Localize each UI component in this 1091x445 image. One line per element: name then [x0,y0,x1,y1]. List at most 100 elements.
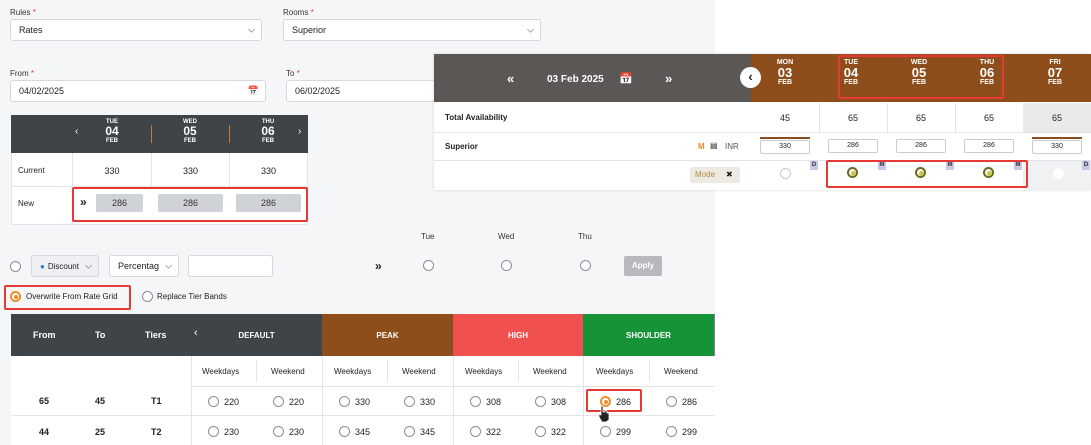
rate-radio[interactable] [535,426,546,437]
day-radio-thu[interactable] [580,260,591,271]
overwrite-label[interactable]: Overwrite From Rate Grid [26,292,118,301]
availability-value: 65 [983,113,994,123]
rate-radio[interactable] [273,426,284,437]
cal-day-tue[interactable]: TUE 04 FEB [834,59,868,86]
current-label: Current [18,166,45,175]
tier-to: 45 [95,396,106,406]
availability-value: 45 [779,113,790,123]
chevron-left-icon[interactable]: ‹ [75,126,78,137]
band-high: HIGH [453,314,583,356]
new-rate-input[interactable]: 286 [236,194,301,212]
rules-label: Rules * [10,8,36,17]
rooms-select[interactable]: Superior ⌵ [283,19,541,41]
rate-input[interactable]: 286 [896,139,946,153]
col-divider [819,103,820,132]
apply-button[interactable]: Apply [624,256,662,276]
rate-input[interactable]: 330 [1032,140,1082,154]
rate-value: 330 [420,397,436,407]
mode-radio-wed[interactable] [915,167,926,178]
availability-value: 65 [1051,113,1062,123]
bar-chart-icon[interactable]: ▤ [710,141,718,150]
band-peak: PEAK [322,314,453,356]
total-availability-label: Total Availability [445,113,508,122]
new-rate-input[interactable]: 286 [158,194,223,212]
rate-radio[interactable] [470,396,481,407]
subheader-weekdays: Weekdays [465,367,503,376]
rules-select[interactable]: Rates ⌵ [10,19,262,41]
apply-forward-icon[interactable]: » [375,259,382,273]
header-to: To [95,330,106,340]
cal-day-mon[interactable]: MON 03 FEB [768,59,802,86]
rate-radio[interactable] [208,426,219,437]
mode-radio-mon[interactable] [780,168,791,179]
current-value: 330 [182,166,199,176]
rate-value: 308 [551,397,567,407]
col-divider [256,360,257,382]
rate-radio[interactable] [666,426,677,437]
rate-radio[interactable] [404,426,415,437]
day-radio-tue[interactable] [423,260,434,271]
day-radio-wed[interactable] [501,260,512,271]
rate-radio[interactable] [404,396,415,407]
from-date-input[interactable]: 04/02/2025 📅 [10,80,266,102]
tag-m: M [878,161,886,170]
rate-input[interactable]: 286 [964,139,1014,153]
percentage-select[interactable]: Percentag ⌵ [109,255,179,277]
discount-value-input[interactable] [188,255,273,277]
rate-radio[interactable] [600,426,611,437]
replace-label[interactable]: Replace Tier Bands [157,292,227,301]
calendar-title: 03 Feb 2025 [547,74,604,85]
chevron-down-icon: ⌵ [165,260,172,271]
overwrite-radio[interactable] [10,291,21,302]
band-default: DEFAULT [191,314,322,356]
col-divider [453,356,454,445]
chevron-left-icon[interactable]: ‹ [194,327,198,339]
mode-radio-thu[interactable] [983,167,994,178]
rate-value: 286 [616,397,632,407]
rate-input[interactable]: 330 [760,140,810,154]
cal-day-thu[interactable]: THU 06 FEB [970,59,1004,86]
replace-radio[interactable] [142,291,153,302]
chevron-right-icon[interactable]: › [298,126,301,137]
rate-input[interactable]: 286 [828,139,878,153]
rate-radio[interactable] [273,396,284,407]
calendar-icon[interactable]: 📅 [619,72,633,85]
prev-week-icon[interactable]: « [507,71,514,86]
close-icon[interactable]: ✖ [726,170,733,179]
rate-value: 345 [420,427,436,437]
subheader-weekdays: Weekdays [334,367,372,376]
rate-radio[interactable] [535,396,546,407]
new-rate-input[interactable]: 286 [96,194,143,212]
rate-radio[interactable] [339,426,350,437]
calendar-icon[interactable]: 📅 [248,86,259,97]
cal-day-wed[interactable]: WED 05 FEB [902,59,936,86]
mode-label: Mode [695,170,716,179]
mini-day-thu: THU 06 FEB [261,119,275,144]
rate-radio[interactable] [208,396,219,407]
tier-name: T1 [151,396,162,406]
tier-from: 44 [39,427,50,437]
discount-select[interactable]: ● Discount ⌵ [31,255,99,277]
cal-day-fri[interactable]: FRI 07 FEB [1038,59,1072,86]
mode-radio-tue[interactable] [847,167,858,178]
rate-radio[interactable] [666,396,677,407]
day-label-thu: Thu [578,232,592,241]
row-divider [434,160,1091,161]
currency-label: INR [725,142,739,151]
header-from: From [33,330,56,340]
discount-radio[interactable] [10,261,21,272]
mode-radio-fri[interactable] [1053,168,1064,179]
subheader-weekend: Weekend [271,367,305,376]
blue-dot-icon: ● [40,261,45,271]
to-date-input[interactable]: 06/02/2025 [286,80,436,102]
tier-name: T2 [151,427,162,437]
rate-value: 230 [289,427,305,437]
copy-forward-icon[interactable]: » [80,195,87,209]
scroll-left-button[interactable]: ‹ [740,67,761,88]
next-week-icon[interactable]: » [665,71,672,86]
rate-radio[interactable] [339,396,350,407]
rate-radio[interactable] [470,426,481,437]
rate-value: 345 [355,427,371,437]
rate-bar [1032,137,1082,139]
rate-value: 299 [682,427,698,437]
